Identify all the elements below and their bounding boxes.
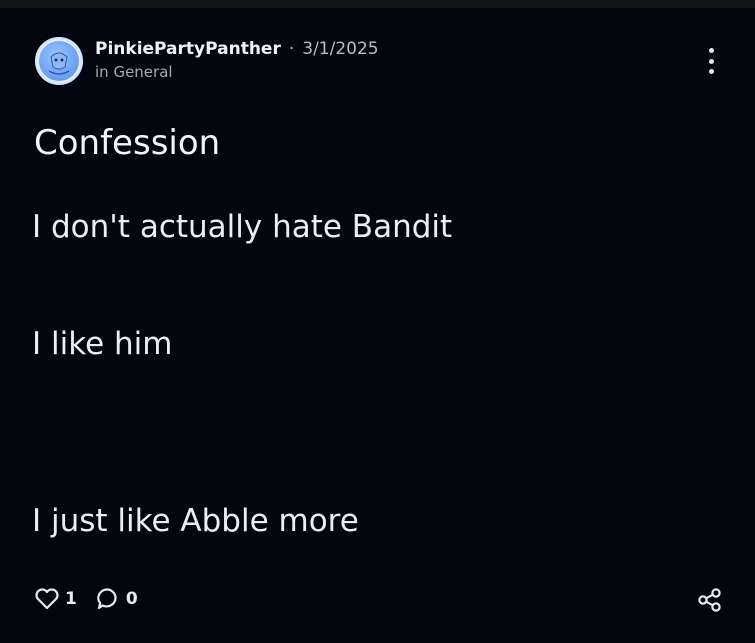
heart-icon <box>35 588 59 610</box>
post-body-line: I don't actually hate Bandit <box>32 209 453 245</box>
post-card: PinkiePartyPanther · 3/1/2025 in General… <box>0 0 755 643</box>
meta-separator: · <box>288 39 295 59</box>
avatar-image-icon <box>37 39 81 83</box>
post-title: Confession <box>34 123 221 163</box>
post-body-line: I just like Abble more <box>32 503 359 539</box>
author-avatar[interactable] <box>35 37 83 85</box>
comment-count: 0 <box>125 589 138 609</box>
top-edge-strip <box>0 0 755 8</box>
author-row: PinkiePartyPanther · 3/1/2025 <box>95 38 379 60</box>
post-body-line: I like him <box>32 326 173 362</box>
more-options-button[interactable] <box>698 44 724 78</box>
like-count: 1 <box>65 589 77 609</box>
community-label[interactable]: in General <box>95 63 173 81</box>
post-date: 3/1/2025 <box>302 39 379 59</box>
like-button[interactable]: 1 <box>34 587 77 611</box>
comment-button[interactable]: 0 <box>95 586 138 612</box>
more-vertical-icon <box>708 48 714 53</box>
author-name[interactable]: PinkiePartyPanther <box>95 39 281 59</box>
post-actions: 1 0 <box>34 586 156 612</box>
share-icon <box>698 588 721 612</box>
share-button[interactable] <box>696 586 724 614</box>
comment-bubble-icon <box>97 588 117 610</box>
